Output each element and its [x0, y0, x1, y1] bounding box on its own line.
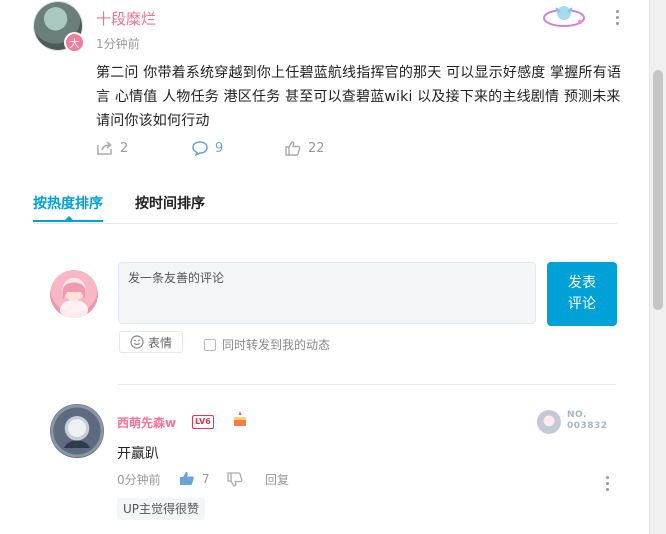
decoration-badge-icon: [543, 6, 585, 27]
post-header: 大 十段糜烂 1分钟前: [34, 2, 634, 56]
forward-label: 同时转发到我的动态: [222, 338, 331, 352]
sort-tabs: 按热度排序 按时间排序: [33, 193, 617, 224]
comment-input[interactable]: 发一条友善的评论: [118, 262, 536, 324]
like-count: 22: [308, 140, 325, 156]
forward-checkbox[interactable]: [204, 338, 216, 351]
smiley-icon: [130, 335, 144, 349]
divider: [118, 384, 616, 385]
forward-option[interactable]: 同时转发到我的动态: [204, 336, 330, 353]
reply-button[interactable]: 回复: [265, 471, 289, 488]
tab-sort-hot[interactable]: 按热度排序: [33, 193, 103, 213]
commenter-avatar[interactable]: [50, 404, 104, 458]
tab-indicator: [33, 220, 103, 222]
post-more-icon[interactable]: [612, 10, 622, 25]
comment-meta: 0分钟前 7 回复: [117, 471, 597, 489]
post-time: 1分钟前: [96, 37, 140, 51]
comment-more-icon[interactable]: [602, 476, 612, 491]
emoji-label: 表情: [147, 335, 172, 350]
fan-medal: NO. 003832: [537, 410, 617, 434]
share-icon: [97, 141, 112, 155]
my-avatar: [50, 270, 98, 318]
fan-medal-number: 003832: [567, 421, 608, 431]
post-body: 第二问 你带着系统穿越到你上任碧蓝航线指挥官的那天 可以显示好感度 掌握所有语言…: [96, 65, 622, 129]
author-name[interactable]: 十段糜烂: [96, 8, 156, 29]
comment-like-button[interactable]: 7: [179, 471, 210, 486]
fan-medal-label: NO.: [567, 410, 587, 420]
like-button[interactable]: 22: [284, 140, 325, 156]
comment-button[interactable]: 9: [191, 140, 223, 156]
share-button[interactable]: 2: [96, 140, 128, 156]
post-actions: 2 9 22: [96, 140, 496, 162]
up-liked-tag: UP主觉得很赞: [117, 498, 206, 520]
tab-sort-time[interactable]: 按时间排序: [135, 193, 205, 213]
cake-icon: [234, 411, 246, 426]
comment-text: 开赢趴: [117, 446, 159, 462]
comment-time: 0分钟前: [117, 473, 161, 487]
thumbs-down-icon[interactable]: [227, 472, 243, 487]
level-badge: LV6: [192, 415, 214, 429]
avatar-badge: 大: [64, 32, 85, 53]
commenter-avatar-image: [50, 404, 104, 458]
fan-medal-avatar: [537, 410, 561, 434]
submit-comment-button[interactable]: 发表 评论: [547, 262, 617, 326]
share-count: 2: [120, 140, 129, 156]
comment-icon: [192, 141, 208, 156]
comment-like-count: 7: [202, 471, 210, 486]
commenter-name[interactable]: 西萌先森w: [117, 414, 176, 431]
my-avatar-image: [60, 282, 88, 318]
scrollbar-thumb[interactable]: [653, 70, 663, 310]
page-scrollbar[interactable]: [649, 0, 666, 534]
emoji-button[interactable]: 表情: [119, 331, 183, 353]
comment-input-placeholder: 发一条友善的评论: [128, 271, 225, 285]
comment-count: 9: [215, 140, 224, 156]
thumbs-up-icon: [180, 472, 194, 485]
thumbs-up-icon: [285, 141, 301, 156]
